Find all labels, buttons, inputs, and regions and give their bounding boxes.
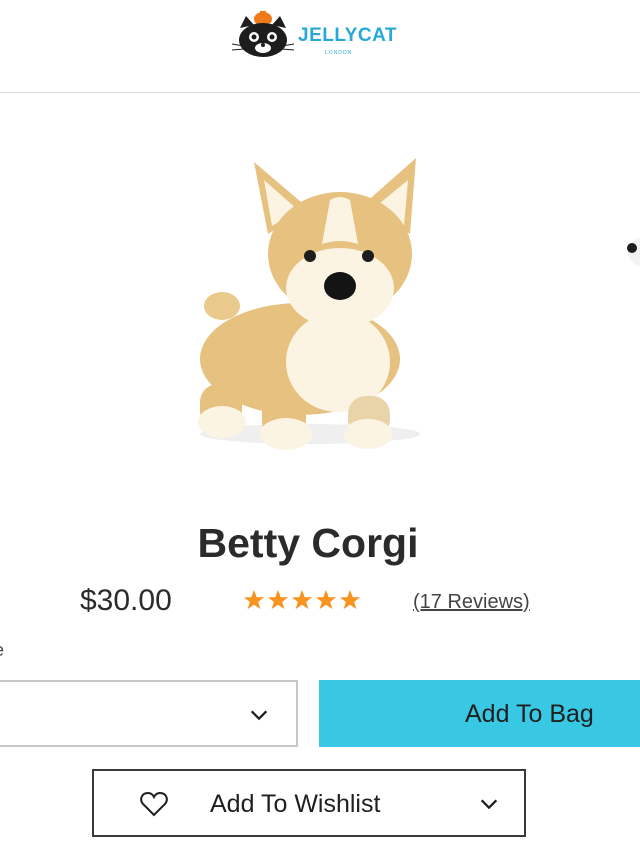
star-icon [339, 589, 361, 610]
jellycat-logo[interactable]: JELLYCAT LONDON [231, 10, 397, 62]
product-price: $30.00 [80, 584, 172, 617]
brand-wordmark: JELLYCAT [298, 25, 398, 46]
size-select[interactable] [0, 680, 298, 747]
cat-logo-icon [231, 11, 295, 57]
star-icon [291, 589, 313, 610]
reviews-link[interactable]: (17 Reviews) [413, 591, 530, 614]
star-icon [315, 589, 337, 610]
rating-stars [243, 589, 361, 615]
add-to-bag-label: Add To Bag [465, 700, 594, 728]
add-to-wishlist-label: Add To Wishlist [210, 790, 381, 818]
product-gallery[interactable] [0, 94, 640, 494]
product-title: Betty Corgi [197, 520, 419, 566]
next-product-image[interactable] [618, 232, 640, 272]
brand-subtitle: LONDON [325, 50, 353, 56]
chevron-down-icon[interactable] [478, 793, 500, 815]
corgi-plush-image [198, 158, 420, 450]
site-header: JELLYCAT LONDON [0, 0, 640, 93]
chevron-down-icon [250, 710, 268, 721]
add-to-wishlist-button[interactable]: Add To Wishlist [92, 769, 526, 837]
star-icon [267, 589, 289, 610]
add-to-bag-button[interactable]: Add To Bag [319, 680, 640, 747]
star-icon [243, 589, 265, 610]
heart-icon [140, 791, 168, 817]
size-label: e [0, 640, 4, 661]
